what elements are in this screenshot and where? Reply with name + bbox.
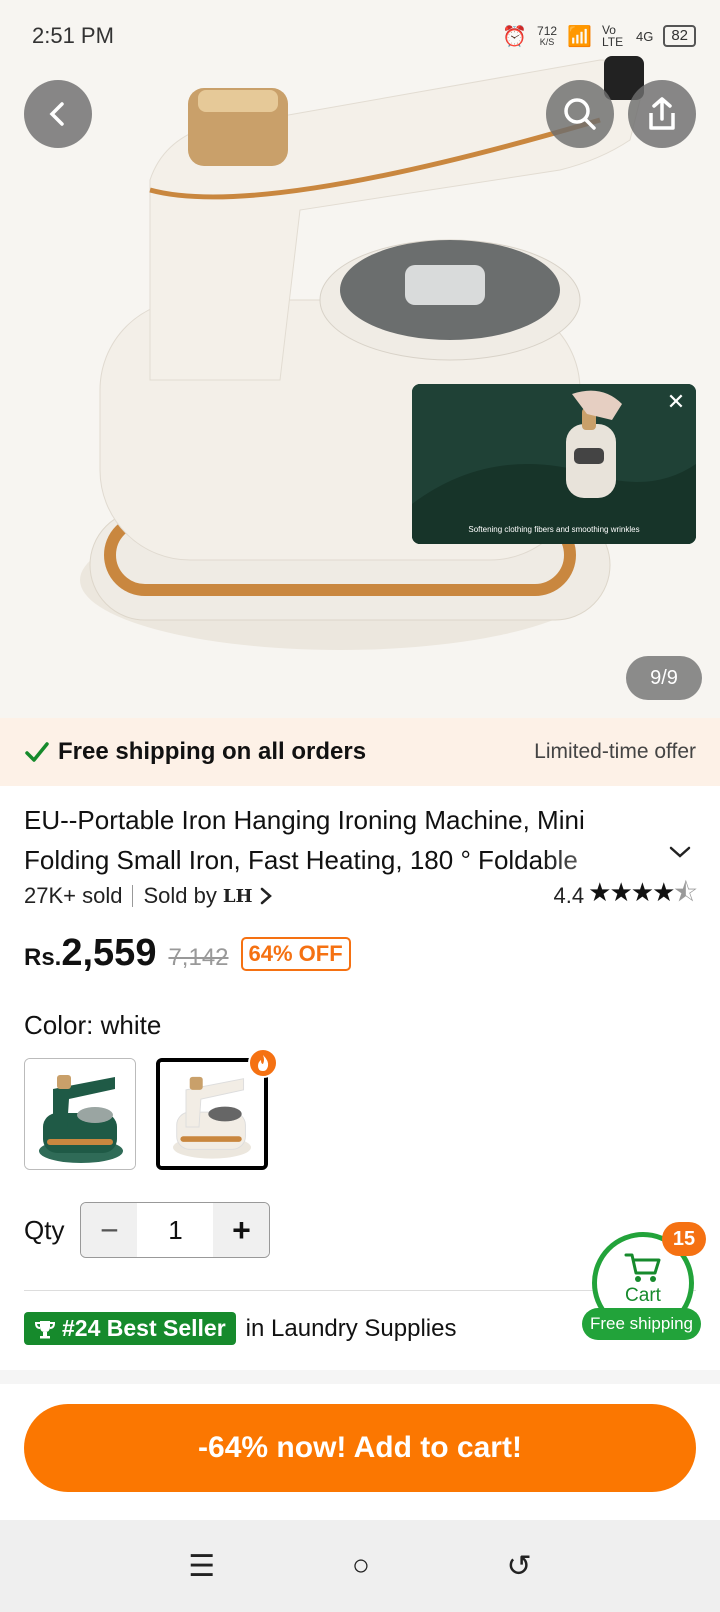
- network-indicator: 4G: [635, 28, 654, 44]
- color-swatch-white[interactable]: [156, 1058, 268, 1170]
- current-price: 2,559: [61, 932, 157, 974]
- cart-count-badge: 15: [662, 1222, 706, 1256]
- product-image-gallery[interactable]: 2:51 PM ⏰ 712 K/S 📶 Vo LTE 4G 82 ✕ Softe…: [0, 0, 720, 718]
- rating-value: 4.4: [553, 883, 585, 908]
- star-rating-icons: ★★★★⯪: [588, 874, 698, 918]
- search-icon: [564, 98, 596, 130]
- best-seller-row[interactable]: #24 Best Seller in Laundry Supplies: [24, 1312, 456, 1345]
- full-stars: ★★★★: [588, 877, 675, 907]
- original-price: 7,142: [168, 944, 229, 971]
- close-video-button[interactable]: ✕: [662, 388, 690, 416]
- trophy-icon: [34, 1320, 56, 1338]
- wifi-icon: 📶: [567, 25, 592, 48]
- white-iron-thumbnail: [160, 1062, 264, 1166]
- best-seller-badge: #24 Best Seller: [24, 1312, 236, 1345]
- price-row: Rs. 2,559 7,142 64% OFF: [24, 932, 351, 975]
- image-counter: 9/9: [626, 656, 702, 700]
- check-icon: [25, 742, 49, 762]
- cart-label: Cart: [625, 1285, 661, 1306]
- menu-nav-button[interactable]: ☰: [188, 1549, 215, 1584]
- cart-icon: [624, 1253, 661, 1282]
- video-caption: Softening clothing fibers and smoothing …: [468, 525, 640, 534]
- chevron-left-icon: [49, 102, 64, 126]
- decrease-qty-button[interactable]: −: [81, 1203, 138, 1257]
- battery-icon: 82: [663, 25, 696, 47]
- product-meta: 27K+ sold Sold by LH 4.4 ★★★★⯪: [24, 877, 698, 912]
- chevron-down-icon: [669, 846, 691, 858]
- net-unit: K/S: [539, 36, 555, 47]
- video-frame-image: [412, 384, 696, 544]
- status-bar: 2:51 PM ⏰ 712 K/S 📶 Vo LTE 4G 82: [32, 20, 696, 52]
- seller-name: LH: [222, 885, 253, 907]
- sold-count: 27K+ sold: [24, 883, 123, 908]
- section-separator: [0, 1370, 720, 1384]
- increase-qty-button[interactable]: +: [213, 1203, 270, 1257]
- cart-free-shipping-badge: Free shipping: [582, 1308, 702, 1340]
- free-shipping-text: Free shipping on all orders: [58, 738, 367, 765]
- back-nav-button[interactable]: ↺: [507, 1549, 532, 1584]
- chevron-right-icon: [260, 887, 272, 905]
- color-label: Color: white: [24, 1010, 162, 1040]
- system-nav-bar: ☰ ○ ↺: [0, 1520, 720, 1612]
- alarm-icon: ⏰: [502, 25, 528, 48]
- currency: Rs.: [24, 944, 62, 971]
- status-time: 2:51 PM: [32, 23, 114, 48]
- expand-title-button[interactable]: [668, 840, 692, 871]
- half-star-icon: ⯪: [673, 877, 698, 907]
- share-icon: [649, 97, 675, 130]
- qty-label: Qty: [24, 1214, 65, 1245]
- volte-indicator: Vo LTE: [601, 23, 624, 49]
- shipping-banner[interactable]: Free shipping on all orders Limited-time…: [0, 718, 720, 786]
- hot-badge: [248, 1048, 278, 1078]
- quantity-row: Qty − 1 +: [24, 1202, 271, 1258]
- add-to-cart-button[interactable]: -64% now! Add to cart!: [24, 1404, 696, 1492]
- search-button[interactable]: [546, 80, 614, 148]
- divider: [132, 885, 134, 907]
- color-swatch-green[interactable]: [24, 1058, 136, 1170]
- quantity-stepper[interactable]: − 1 +: [80, 1202, 271, 1258]
- rating[interactable]: 4.4 ★★★★⯪: [553, 874, 698, 918]
- net-speed: 712: [537, 23, 558, 38]
- share-button[interactable]: [628, 80, 696, 148]
- green-iron-thumbnail: [25, 1059, 135, 1169]
- best-seller-rank: #24 Best Seller: [62, 1315, 226, 1341]
- best-seller-category: in Laundry Supplies: [245, 1314, 457, 1342]
- home-nav-button[interactable]: ○: [352, 1549, 370, 1583]
- qty-value[interactable]: 1: [137, 1203, 213, 1257]
- flame-icon: [258, 1055, 269, 1071]
- limited-offer-text: Limited-time offer: [534, 740, 696, 763]
- seller-link[interactable]: Sold by LH: [143, 883, 272, 909]
- sold-by-label: Sold by: [143, 883, 217, 908]
- back-button[interactable]: [24, 80, 92, 148]
- discount-badge: 64% OFF: [240, 937, 351, 971]
- video-preview[interactable]: ✕ Softening clothing fibers and smoothin…: [412, 384, 696, 544]
